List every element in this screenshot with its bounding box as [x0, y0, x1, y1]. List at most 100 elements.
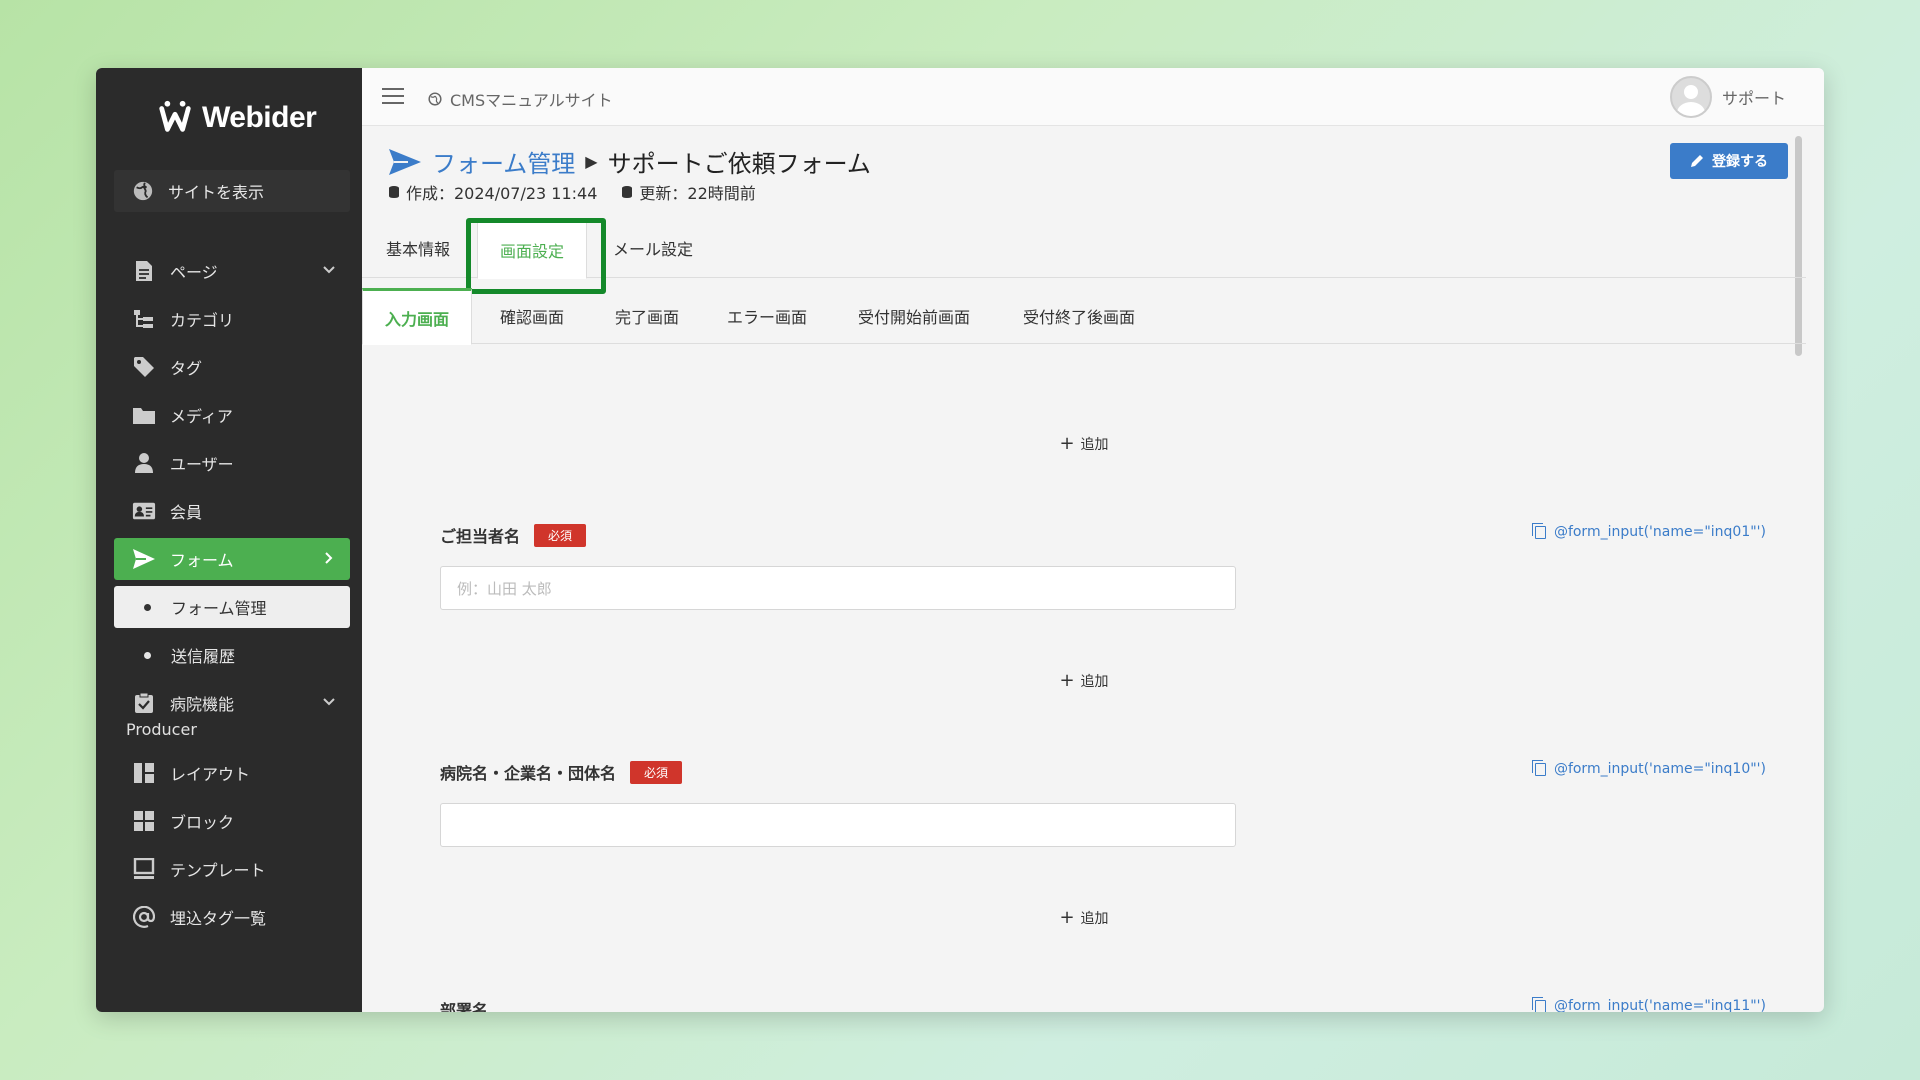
plus-icon: +	[1059, 433, 1075, 454]
field-label: ご担当者名 必須	[440, 523, 587, 547]
globe-icon	[428, 92, 442, 106]
monitor-icon	[132, 857, 156, 881]
register-label: 登録する	[1712, 154, 1768, 170]
form-title: サポートご依頼フォーム	[607, 150, 871, 178]
plus-icon: +	[1059, 907, 1075, 928]
tab-mail-settings[interactable]: メール設定	[613, 218, 693, 278]
created-info: 作成：2024/07/23 11:44	[388, 180, 597, 204]
sidebar-item-categories[interactable]: カテゴリ	[114, 298, 350, 340]
app-window: Webider サイトを表示 ページ カテゴリ タグ メディア ユーザー 会員 …	[96, 68, 1824, 1012]
tab-before-start-screen[interactable]: 受付開始前画面	[858, 288, 970, 344]
globe-icon	[133, 181, 153, 201]
field-name: ご担当者名	[440, 527, 521, 546]
add-label: 追加	[1080, 674, 1109, 690]
copy-tag-button[interactable]: @form_input('name="inq11"')	[1531, 996, 1766, 1012]
updated-text: 更新：22時間前	[639, 184, 756, 203]
bullet-icon	[144, 603, 151, 611]
add-label: 追加	[1080, 911, 1109, 927]
created-text: 作成：2024/07/23 11:44	[406, 184, 598, 203]
database-icon	[622, 186, 633, 198]
view-site-label: サイトを表示	[168, 183, 265, 202]
sidebar-item-label: テンプレート	[170, 861, 266, 880]
logo[interactable]: Webider	[156, 98, 317, 138]
chevron-down-icon[interactable]	[322, 695, 336, 709]
sidebar-item-blocks[interactable]: ブロック	[114, 800, 350, 842]
add-field-button[interactable]: + 追加	[362, 907, 1806, 928]
field-name: 部署名	[440, 1001, 489, 1012]
paper-plane-icon	[132, 547, 156, 571]
logo-mark-icon	[159, 100, 191, 132]
avatar	[1669, 76, 1712, 118]
sidebar-item-embed-tags[interactable]: 埋込タグ一覧	[114, 896, 350, 938]
sidebar-item-members[interactable]: 会員	[114, 490, 350, 532]
sidebar-sub-form-management[interactable]: フォーム管理	[114, 586, 350, 628]
tag-code-text: @form_input('name="inq11"')	[1553, 998, 1766, 1012]
site-name: CMSマニュアルサイト	[450, 91, 613, 110]
sidebar-item-label: レイアウト	[170, 765, 251, 784]
sidebar-item-label: フォーム	[170, 551, 234, 570]
add-field-button[interactable]: + 追加	[362, 670, 1806, 691]
updated-info: 更新：22時間前	[621, 180, 756, 204]
organization-name-input[interactable]	[440, 803, 1236, 847]
sidebar-item-label: カテゴリ	[170, 311, 235, 330]
tab-basic-info[interactable]: 基本情報	[386, 218, 450, 278]
sidebar-item-label: メディア	[170, 407, 233, 426]
layout-icon	[132, 761, 156, 785]
chevron-down-icon[interactable]	[322, 263, 336, 277]
sidebar: Webider サイトを表示 ページ カテゴリ タグ メディア ユーザー 会員 …	[96, 68, 362, 1012]
database-icon	[389, 186, 399, 198]
tab-after-end-screen[interactable]: 受付終了後画面	[1023, 288, 1135, 344]
sidebar-item-users[interactable]: ユーザー	[114, 442, 350, 484]
tag-code-text: @form_input('name="inq10"')	[1553, 761, 1766, 777]
breadcrumb-form-management[interactable]: フォーム管理	[432, 144, 575, 179]
sidebar-item-layout[interactable]: レイアウト	[114, 752, 350, 794]
copy-icon	[1531, 522, 1546, 539]
sidebar-item-label: ページ	[170, 263, 218, 282]
sidebar-item-forms[interactable]: フォーム	[114, 538, 350, 580]
field-name: 病院名・企業名・団体名	[440, 764, 617, 783]
bullet-icon	[144, 651, 151, 659]
hamburger-menu-icon[interactable]	[382, 88, 404, 106]
field-label: 病院名・企業名・団体名 必須	[440, 760, 683, 784]
paper-plane-icon	[389, 148, 421, 175]
grid-icon	[132, 809, 156, 833]
copy-tag-button[interactable]: @form_input('name="inq01"')	[1531, 522, 1766, 540]
tab-confirm-screen[interactable]: 確認画面	[500, 288, 564, 344]
register-button[interactable]: 登録する	[1670, 143, 1788, 179]
user-name: サポート	[1721, 89, 1786, 108]
sidebar-item-templates[interactable]: テンプレート	[114, 848, 350, 890]
add-field-button[interactable]: + 追加	[362, 433, 1806, 454]
sidebar-item-label: ユーザー	[170, 455, 234, 474]
document-icon	[132, 259, 156, 283]
tab-input-screen[interactable]: 入力画面	[362, 288, 473, 345]
user-icon	[132, 451, 156, 475]
sidebar-item-media[interactable]: メディア	[114, 394, 350, 436]
sidebar-item-label: 病院機能	[170, 695, 235, 714]
tab-highlight-frame	[466, 218, 606, 294]
member-card-icon	[132, 499, 156, 523]
view-site-button[interactable]: サイトを表示	[114, 170, 350, 212]
caret-right-icon: ▶	[585, 152, 598, 171]
user-menu[interactable]: サポート	[1669, 76, 1786, 118]
sidebar-item-pages[interactable]: ページ	[114, 250, 350, 292]
sidebar-item-label: 会員	[170, 503, 203, 522]
field-label: 部署名	[440, 997, 488, 1012]
tab-complete-screen[interactable]: 完了画面	[615, 288, 679, 344]
at-sign-icon	[132, 905, 156, 929]
site-link[interactable]: CMSマニュアルサイト	[428, 87, 613, 111]
category-tree-icon	[132, 307, 156, 331]
sidebar-sub-send-history[interactable]: 送信履歴	[114, 634, 350, 676]
clipboard-check-icon	[132, 691, 156, 715]
sidebar-item-label: ブロック	[170, 813, 235, 832]
tab-error-screen[interactable]: エラー画面	[727, 288, 807, 344]
folder-icon	[132, 403, 156, 427]
pencil-icon	[1691, 155, 1703, 167]
copy-tag-button[interactable]: @form_input('name="inq10"')	[1531, 759, 1766, 777]
contact-name-input[interactable]: 例：山田 太郎	[440, 566, 1236, 610]
plus-icon: +	[1059, 670, 1075, 691]
sidebar-item-tags[interactable]: タグ	[114, 346, 350, 388]
chevron-right-icon[interactable]	[322, 551, 336, 565]
sidebar-item-hospital[interactable]: 病院機能	[114, 682, 350, 724]
tag-code-text: @form_input('name="inq01"')	[1553, 524, 1766, 540]
add-label: 追加	[1080, 437, 1109, 453]
